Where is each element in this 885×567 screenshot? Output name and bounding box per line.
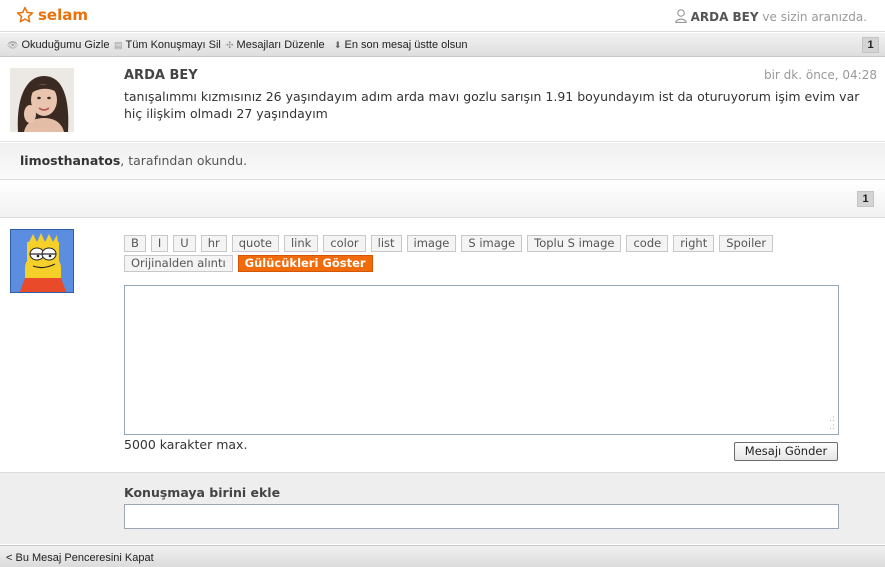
italic-button[interactable]: I bbox=[150, 235, 169, 252]
underline-button[interactable]: U bbox=[173, 235, 196, 252]
message-text: tanışalımmı kızmısınız 26 yaşındayım adı… bbox=[124, 89, 860, 121]
footer-bar: < Bu Mesaj Penceresini Kapat bbox=[0, 545, 885, 567]
hr-button[interactable]: hr bbox=[200, 235, 227, 252]
send-message-button[interactable]: Mesajı Gönder bbox=[734, 442, 838, 461]
bulk-s-image-button[interactable]: Toplu S image bbox=[527, 235, 622, 252]
hide-read-button[interactable]: 👁 Okuduğumu Gizle bbox=[7, 39, 109, 51]
trash-icon: ▤ bbox=[114, 40, 123, 50]
user-icon bbox=[674, 9, 687, 26]
page-number[interactable]: 1 bbox=[857, 191, 874, 207]
read-receipt-text: , tarafından okundu. bbox=[120, 153, 248, 168]
quote-original-button[interactable]: Orijinalden alıntı bbox=[124, 255, 233, 272]
edit-messages-button[interactable]: ✣ Mesajları Düzenle bbox=[226, 39, 325, 51]
close-window-link[interactable]: < Bu Mesaj Penceresini Kapat bbox=[6, 552, 154, 564]
format-toolbar: B I U hr quote link color list image S i… bbox=[124, 235, 774, 252]
presence-info: ARDA BEY ve sizin aranızda. bbox=[674, 9, 867, 26]
read-receipt: limosthanatos, tarafından okundu. bbox=[0, 143, 885, 180]
header: selam ARDA BEY ve sizin aranızda. bbox=[0, 0, 885, 32]
message-textarea[interactable]: .:.: bbox=[124, 285, 839, 435]
spoiler-button[interactable]: Spoiler bbox=[719, 235, 774, 252]
right-align-button[interactable]: right bbox=[673, 235, 715, 252]
code-button[interactable]: code bbox=[626, 235, 669, 252]
max-chars-note: 5000 karakter max. bbox=[124, 437, 248, 452]
reply-form: B I U hr quote link color list image S i… bbox=[0, 219, 885, 472]
color-button[interactable]: color bbox=[323, 235, 366, 252]
eye-icon: 👁 bbox=[7, 40, 19, 50]
presence-text: ve sizin aranızda. bbox=[758, 10, 867, 24]
format-toolbar-row2: Orijinalden alıntı Gülücükleri Göster bbox=[124, 255, 373, 272]
s-image-button[interactable]: S image bbox=[461, 235, 523, 252]
link-button[interactable]: link bbox=[283, 235, 319, 252]
add-participant-section: Konuşmaya birini ekle bbox=[0, 472, 885, 544]
add-participant-input[interactable] bbox=[124, 504, 839, 529]
conversation-title: selam bbox=[38, 6, 88, 24]
message-time: bir dk. önce, 04:28 bbox=[763, 68, 877, 82]
pager-bar: 1 bbox=[0, 181, 885, 218]
arrow-down-icon: ⬇ bbox=[334, 40, 342, 50]
message-author[interactable]: ARDA BEY bbox=[124, 68, 198, 83]
list-button[interactable]: list bbox=[370, 235, 402, 252]
bold-button[interactable]: B bbox=[124, 235, 146, 252]
show-smileys-button[interactable]: Gülücükleri Göster bbox=[237, 255, 373, 272]
add-participant-label: Konuşmaya birini ekle bbox=[124, 485, 281, 500]
presence-user[interactable]: ARDA BEY bbox=[691, 10, 759, 24]
reader-name[interactable]: limosthanatos bbox=[20, 153, 120, 168]
my-avatar[interactable] bbox=[10, 229, 74, 293]
sender-avatar[interactable] bbox=[10, 68, 74, 132]
quote-button[interactable]: quote bbox=[231, 235, 279, 252]
page-number[interactable]: 1 bbox=[862, 37, 879, 53]
message-item: ARDA BEY bir dk. önce, 04:28 tanışalımmı… bbox=[0, 58, 885, 142]
move-icon: ✣ bbox=[226, 40, 234, 50]
image-button[interactable]: image bbox=[406, 235, 457, 252]
delete-conversation-button[interactable]: ▤ Tüm Konuşmayı Sil bbox=[114, 39, 221, 51]
resize-grip-icon[interactable]: .:.: bbox=[829, 415, 835, 432]
conversation-toolbar: 👁 Okuduğumu Gizle ▤ Tüm Konuşmayı Sil ✣ Mes… bbox=[0, 33, 885, 57]
newest-first-button[interactable]: ⬇ En son mesaj üstte olsun bbox=[334, 39, 467, 51]
star-icon[interactable] bbox=[16, 6, 34, 27]
